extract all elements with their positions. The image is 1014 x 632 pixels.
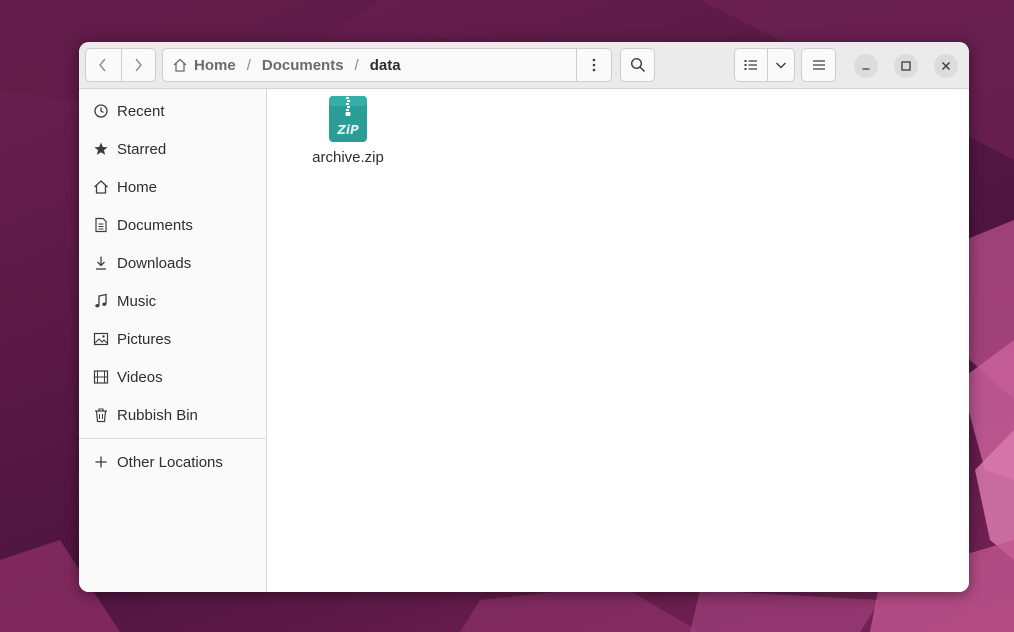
main-menu-button[interactable] [801,48,836,82]
hamburger-menu-icon [812,60,825,70]
zip-archive-icon: ZiP [329,96,367,142]
sidebar-item-label: Starred [117,140,167,158]
sidebar-item-label: Recent [117,102,165,120]
breadcrumb-data[interactable]: data [370,57,401,74]
download-icon [93,255,109,271]
path-menu-button[interactable] [576,49,611,81]
header-bar: Home / Documents / data [79,42,969,89]
sidebar-item-label: Documents [117,216,193,234]
document-icon [93,217,109,233]
sidebar-item-downloads[interactable]: Downloads [79,244,267,282]
home-icon [93,179,109,195]
sidebar-item-recent[interactable]: Recent [79,92,267,130]
breadcrumb-separator: / [354,56,359,74]
sidebar-item-label: Pictures [117,330,172,348]
path-bar: Home / Documents / data [162,48,612,82]
breadcrumb-documents[interactable]: Documents [262,57,344,74]
view-options-button[interactable] [767,49,794,81]
vertical-dots-icon [592,58,596,72]
sidebar-item-documents[interactable]: Documents [79,206,267,244]
breadcrumb-home[interactable]: Home [194,57,236,74]
sidebar-item-home[interactable]: Home [79,168,267,206]
home-icon [173,58,187,72]
chevron-left-icon [99,58,106,72]
sidebar-item-other-locations[interactable]: Other Locations [79,443,267,481]
clock-icon [93,103,109,119]
back-button[interactable] [86,49,121,81]
chevron-right-icon [135,58,143,72]
trash-icon [93,407,109,423]
film-icon [93,369,109,385]
maximize-icon [901,61,911,71]
zip-icon-label: ZiP [336,123,359,137]
search-button[interactable] [620,48,655,82]
sidebar: Recent Starred Home Documents Downloads [79,89,267,592]
sidebar-item-label: Videos [117,368,163,386]
breadcrumb-separator: / [246,56,251,74]
close-button[interactable] [934,54,958,78]
maximize-button[interactable] [894,54,918,78]
sidebar-item-label: Other Locations [117,453,223,471]
sidebar-item-pictures[interactable]: Pictures [79,320,267,358]
list-view-button[interactable] [735,49,767,81]
file-manager-window: Home / Documents / data Recent Starred H… [79,42,969,592]
list-view-icon [744,60,757,70]
picture-icon [93,331,109,347]
minimize-button[interactable] [854,54,878,78]
sidebar-item-rubbish-bin[interactable]: Rubbish Bin [79,396,267,434]
sidebar-item-label: Music [117,292,157,310]
sidebar-item-starred[interactable]: Starred [79,130,267,168]
music-note-icon [93,293,109,309]
chevron-down-icon [776,62,786,69]
sidebar-divider [79,438,267,439]
sidebar-item-music[interactable]: Music [79,282,267,320]
view-buttons [734,48,795,82]
search-icon [630,57,645,73]
navigation-buttons [85,48,156,82]
close-icon [942,62,950,70]
plus-icon [93,454,109,470]
minimize-icon [862,68,870,70]
star-icon [93,141,109,157]
sidebar-item-label: Home [117,178,158,196]
forward-button[interactable] [120,49,156,81]
file-name: archive.zip [312,149,384,166]
sidebar-item-label: Downloads [117,254,192,272]
sidebar-item-label: Rubbish Bin [117,406,198,424]
sidebar-item-videos[interactable]: Videos [79,358,267,396]
breadcrumb: Home / Documents / data [163,49,576,81]
file-view[interactable]: ZiP archive.zip [268,89,969,592]
file-item[interactable]: ZiP archive.zip [308,95,388,166]
